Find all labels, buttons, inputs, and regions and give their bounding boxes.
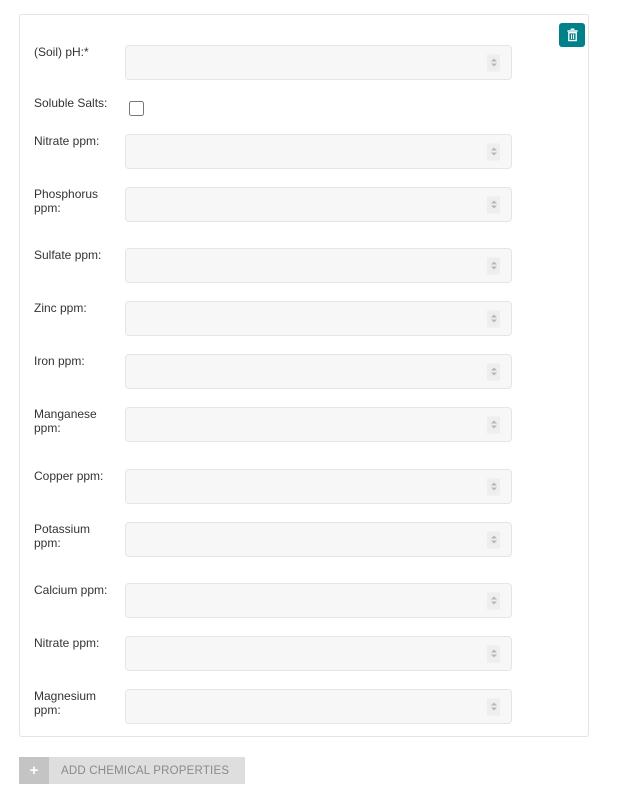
field-control: [125, 522, 512, 557]
delete-chemical-properties-button[interactable]: [559, 23, 585, 47]
number-spinner[interactable]: [487, 698, 500, 715]
spinner-down-icon[interactable]: [490, 205, 497, 209]
spinner-up-icon[interactable]: [490, 200, 497, 204]
number-input[interactable]: [125, 354, 512, 389]
spinner-down-icon[interactable]: [490, 707, 497, 711]
number-spinner[interactable]: [487, 143, 500, 160]
field-label: Calcium ppm:: [34, 583, 108, 597]
spinner-up-icon[interactable]: [490, 314, 497, 318]
spinner-down-icon[interactable]: [490, 425, 497, 429]
soluble-salts-checkbox[interactable]: [129, 101, 144, 116]
field-control: [125, 407, 512, 442]
field-label: Phosphorus ppm:: [34, 187, 99, 215]
spinner-up-icon[interactable]: [490, 702, 497, 706]
number-input-wrapper: [125, 407, 512, 442]
field-label: Magnesium ppm:: [34, 689, 97, 717]
field-control: [125, 354, 512, 389]
number-input-wrapper: [125, 469, 512, 504]
spinner-up-icon[interactable]: [490, 535, 497, 539]
number-input[interactable]: [125, 248, 512, 283]
field-control: [125, 45, 512, 80]
number-spinner[interactable]: [487, 592, 500, 609]
number-input-wrapper: [125, 636, 512, 671]
field-label: Soluble Salts:: [34, 96, 108, 110]
spinner-up-icon[interactable]: [490, 147, 497, 151]
number-spinner[interactable]: [487, 54, 500, 71]
field-label: Potassium ppm:: [34, 522, 91, 550]
chemical-properties-form: (Soil) pH:* Soluble Salts: Nitrate ppm: Pho…: [20, 15, 588, 736]
spinner-down-icon[interactable]: [490, 540, 497, 544]
number-input[interactable]: [125, 407, 512, 442]
number-spinner[interactable]: [487, 478, 500, 495]
add-chemical-properties-button[interactable]: + ADD CHEMICAL PROPERTIES: [19, 757, 246, 784]
spinner-down-icon[interactable]: [490, 487, 497, 491]
number-spinner[interactable]: [487, 645, 500, 662]
number-input[interactable]: [125, 134, 512, 169]
field-control: [125, 689, 512, 724]
spinner-up-icon[interactable]: [490, 261, 497, 265]
number-input-wrapper: [125, 522, 512, 557]
field-label: Nitrate ppm:: [34, 636, 100, 650]
field-control: [125, 248, 512, 283]
field-label: (Soil) pH:*: [34, 45, 89, 59]
field-control: [125, 187, 512, 222]
spinner-down-icon[interactable]: [490, 152, 497, 156]
spinner-up-icon[interactable]: [490, 596, 497, 600]
number-input-wrapper: [125, 354, 512, 389]
field-control: [125, 583, 512, 618]
field-label: Nitrate ppm:: [34, 134, 100, 148]
spinner-up-icon[interactable]: [490, 420, 497, 424]
number-input[interactable]: [125, 636, 512, 671]
number-input-wrapper: [125, 301, 512, 336]
number-input[interactable]: [125, 45, 512, 80]
add-chemical-properties-label: ADD CHEMICAL PROPERTIES: [49, 757, 246, 784]
number-spinner[interactable]: [487, 363, 500, 380]
number-input-wrapper: [125, 134, 512, 169]
field-control: [125, 96, 512, 119]
number-input[interactable]: [125, 301, 512, 336]
field-label: Sulfate ppm:: [34, 248, 102, 262]
spinner-up-icon[interactable]: [490, 482, 497, 486]
number-input-wrapper: [125, 248, 512, 283]
plus-icon: +: [19, 757, 49, 784]
spinner-up-icon[interactable]: [490, 649, 497, 653]
number-input-wrapper: [125, 583, 512, 618]
required-indicator: *: [84, 45, 89, 59]
number-input-wrapper: [125, 689, 512, 724]
number-input-wrapper: [125, 45, 512, 80]
field-control: [125, 134, 512, 169]
spinner-up-icon[interactable]: [490, 367, 497, 371]
spinner-down-icon[interactable]: [490, 654, 497, 658]
field-label: Manganese ppm:: [34, 407, 97, 435]
field-control: [125, 636, 512, 671]
field-label: Iron ppm:: [34, 354, 85, 368]
spinner-down-icon[interactable]: [490, 372, 497, 376]
number-spinner[interactable]: [487, 257, 500, 274]
number-spinner[interactable]: [487, 416, 500, 433]
number-input[interactable]: [125, 469, 512, 504]
number-input[interactable]: [125, 187, 512, 222]
field-control: [125, 469, 512, 504]
number-input-wrapper: [125, 187, 512, 222]
spinner-down-icon[interactable]: [490, 601, 497, 605]
spinner-down-icon[interactable]: [490, 63, 497, 67]
number-input[interactable]: [125, 689, 512, 724]
spinner-down-icon[interactable]: [490, 319, 497, 323]
number-spinner[interactable]: [487, 310, 500, 327]
spinner-down-icon[interactable]: [490, 266, 497, 270]
spinner-up-icon[interactable]: [490, 58, 497, 62]
field-label: Copper ppm:: [34, 469, 104, 483]
field-label: Zinc ppm:: [34, 301, 87, 315]
number-input[interactable]: [125, 583, 512, 618]
trash-icon: [566, 28, 579, 42]
number-spinner[interactable]: [487, 531, 500, 548]
field-control: [125, 301, 512, 336]
number-spinner[interactable]: [487, 196, 500, 213]
chemical-properties-card: (Soil) pH:* Soluble Salts: Nitrate ppm: Pho…: [19, 14, 589, 737]
number-input[interactable]: [125, 522, 512, 557]
